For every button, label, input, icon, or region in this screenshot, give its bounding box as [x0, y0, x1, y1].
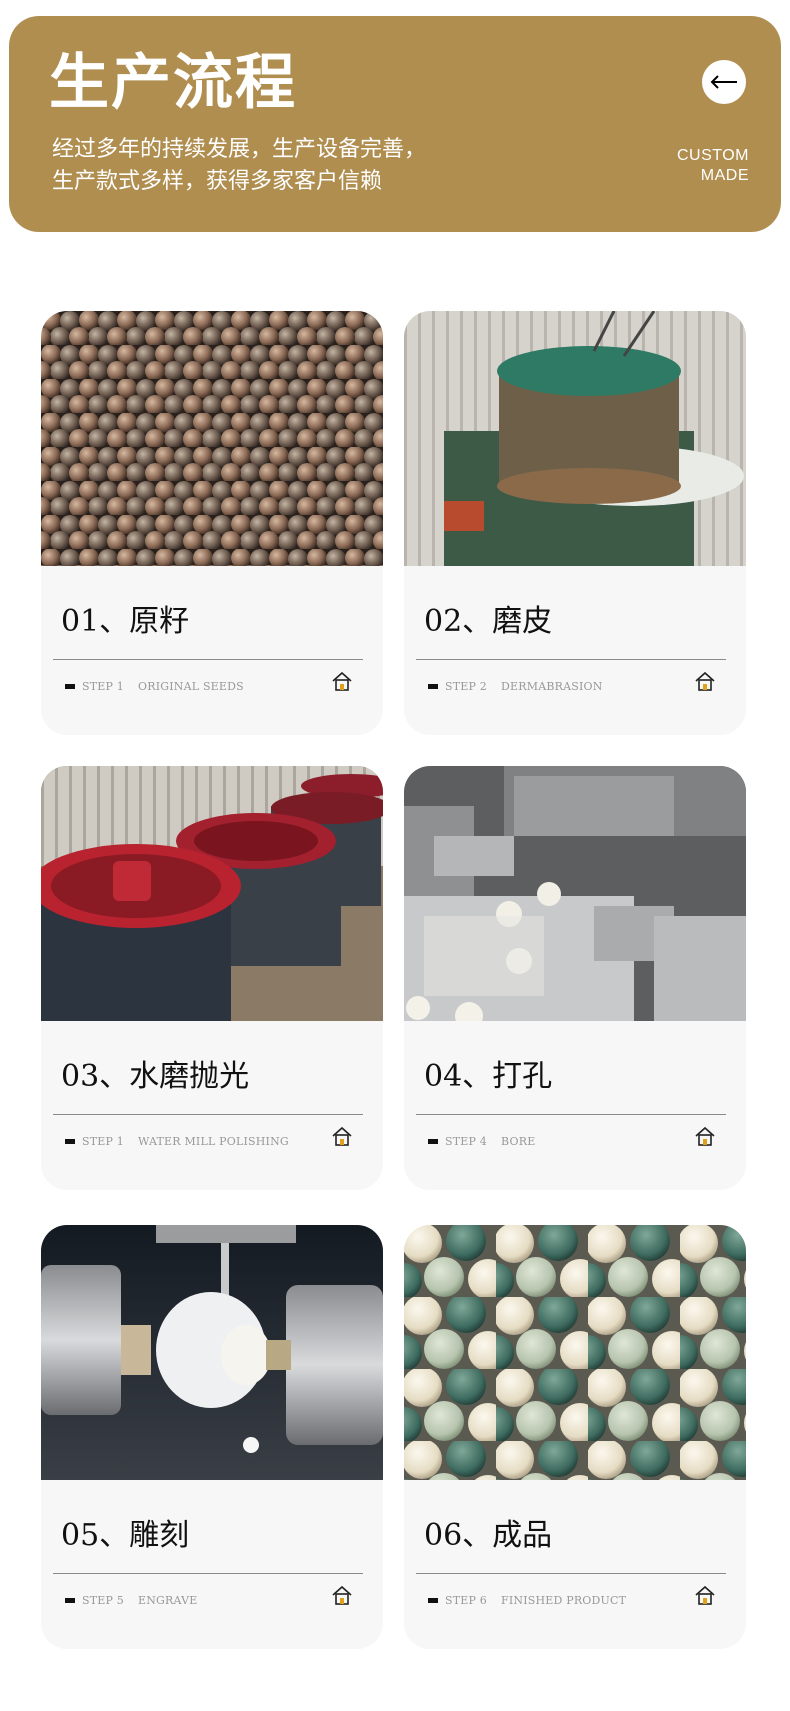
home-icon[interactable]	[694, 1585, 716, 1607]
engrave-photo	[41, 1225, 383, 1480]
step-caption: STEP 2 DERMABRASION	[428, 680, 603, 693]
home-icon[interactable]	[694, 671, 716, 693]
divider	[416, 659, 726, 660]
step-number: STEP 5	[82, 1594, 124, 1607]
grinder-photo	[404, 311, 746, 566]
seeds-photo	[41, 311, 383, 566]
divider	[416, 1573, 726, 1574]
beads-photo	[404, 1225, 746, 1480]
divider	[53, 1573, 363, 1574]
step-card-1[interactable]: 01、原籽 STEP 1 ORIGINAL SEEDS	[41, 311, 383, 735]
step-caption-text: WATER MILL POLISHING	[138, 1135, 289, 1148]
step-number: STEP 4	[445, 1135, 487, 1148]
step-caption-text: ENGRAVE	[138, 1594, 198, 1607]
step-number: STEP 2	[445, 680, 487, 693]
step-title: 04、打孔	[424, 1059, 553, 1094]
back-button[interactable]	[702, 60, 746, 104]
drill-photo	[404, 766, 746, 1021]
step-card-3[interactable]: 03、水磨抛光 STEP 1 WATER MILL POLISHING	[41, 766, 383, 1190]
header-banner: 生产流程 经过多年的持续发展，生产设备完善， 生产款式多样，获得多家客户信赖 C…	[9, 16, 781, 232]
step-caption-text: DERMABRASION	[501, 680, 603, 693]
divider	[53, 659, 363, 660]
step-caption: STEP 5 ENGRAVE	[65, 1594, 198, 1607]
step-number: STEP 1	[82, 680, 124, 693]
arrow-left-icon	[710, 75, 737, 89]
home-icon[interactable]	[331, 671, 353, 693]
step-title: 06、成品	[424, 1518, 553, 1553]
page-title: 生产流程	[49, 48, 297, 118]
divider	[416, 1114, 726, 1115]
home-icon[interactable]	[331, 1585, 353, 1607]
subtitle-line-2: 生产款式多样，获得多家客户信赖	[52, 169, 383, 194]
step-card-2[interactable]: 02、磨皮 STEP 2 DERMABRASION	[404, 311, 746, 735]
step-caption-text: FINISHED PRODUCT	[501, 1594, 627, 1607]
step-number: STEP 6	[445, 1594, 487, 1607]
step-title: 05、雕刻	[61, 1518, 190, 1553]
divider	[53, 1114, 363, 1115]
step-caption: STEP 1 WATER MILL POLISHING	[65, 1135, 289, 1148]
subtitle-line-1: 经过多年的持续发展，生产设备完善，	[52, 137, 427, 162]
step-caption-text: BORE	[501, 1135, 536, 1148]
bullet-mark	[65, 684, 75, 689]
made-text: MADE	[700, 167, 749, 184]
home-icon[interactable]	[331, 1126, 353, 1148]
bullet-mark	[428, 1139, 438, 1144]
custom-made-label: CUSTOM MADE	[677, 146, 749, 186]
bullet-mark	[428, 1598, 438, 1603]
step-caption-text: ORIGINAL SEEDS	[138, 680, 244, 693]
step-title: 03、水磨抛光	[61, 1059, 250, 1094]
bullet-mark	[65, 1598, 75, 1603]
step-caption: STEP 6 FINISHED PRODUCT	[428, 1594, 626, 1607]
step-card-6[interactable]: 06、成品 STEP 6 FINISHED PRODUCT	[404, 1225, 746, 1649]
step-title: 02、磨皮	[424, 604, 553, 639]
step-title: 01、原籽	[61, 604, 190, 639]
polisher-photo	[41, 766, 383, 1021]
bullet-mark	[65, 1139, 75, 1144]
page-subtitle: 经过多年的持续发展，生产设备完善， 生产款式多样，获得多家客户信赖	[52, 134, 426, 198]
step-caption: STEP 4 BORE	[428, 1135, 535, 1148]
step-card-5[interactable]: 05、雕刻 STEP 5 ENGRAVE	[41, 1225, 383, 1649]
bullet-mark	[428, 684, 438, 689]
custom-text: CUSTOM	[676, 147, 749, 164]
step-number: STEP 1	[82, 1135, 124, 1148]
home-icon[interactable]	[694, 1126, 716, 1148]
step-card-4[interactable]: 04、打孔 STEP 4 BORE	[404, 766, 746, 1190]
step-caption: STEP 1 ORIGINAL SEEDS	[65, 680, 244, 693]
